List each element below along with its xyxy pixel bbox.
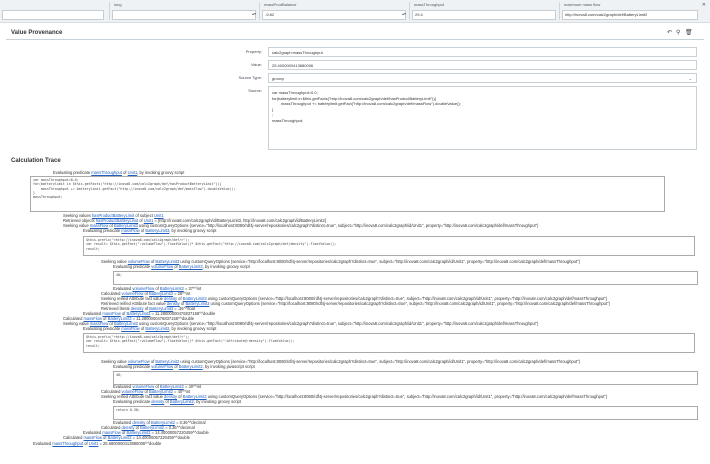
- trace-line: Evaluated massThroughput of Unit1 = 25.6…: [33, 441, 162, 446]
- script-code-block: return 0.36;: [113, 406, 698, 420]
- trace-link[interactable]: volumeFlow: [151, 264, 173, 269]
- panel-divider: [6, 39, 704, 40]
- trace-line: Evaluating predicate massThroughput of U…: [53, 170, 185, 175]
- grid-col-maximum-mass-flow: maximum mass flow http://inova8.com/calc…: [560, 0, 710, 22]
- script-code-block: 40;: [113, 271, 698, 285]
- trace-line: Evaluating predicate volumeFlow of Batte…: [113, 264, 250, 269]
- script-code-block: 40;: [113, 371, 698, 385]
- source-type-label: Source Type:: [238, 75, 263, 80]
- trace-link[interactable]: BatteryLimit2: [108, 435, 132, 440]
- col-header-massthroughput[interactable]: massThroughput: [414, 2, 444, 7]
- value-field[interactable]: 25.4000000413880006: [268, 60, 697, 70]
- trace-line: Evaluating predicate density of BatteryL…: [113, 399, 241, 404]
- trace-link[interactable]: BatteryLimit3: [179, 264, 203, 269]
- trace-link[interactable]: massFlow: [83, 435, 101, 440]
- trace-link[interactable]: massFlow: [121, 326, 139, 331]
- property-field[interactable]: calc2graph:massThroughput: [268, 47, 697, 57]
- spinner-icon[interactable]: ▴▾: [402, 11, 406, 16]
- trace-link[interactable]: massFlow: [121, 228, 139, 233]
- cell-maximum-mass-flow[interactable]: http://inova8.com/calc2graph/def/Battery…: [562, 10, 698, 20]
- value-provenance-title: Value Provenance: [11, 30, 63, 36]
- cell-massthroughput[interactable]: 29.4: [412, 10, 556, 20]
- trace-link[interactable]: BatteryLimit2: [170, 399, 194, 404]
- col-header-maximum-mass-flow[interactable]: maximum mass flow: [564, 2, 600, 7]
- property-grid-header: long massProdBalance -9.82 massThroughpu…: [0, 0, 710, 23]
- chevron-down-icon[interactable]: ⌄: [689, 74, 692, 83]
- trace-link[interactable]: Unit1: [128, 170, 138, 175]
- trace-link[interactable]: BatteryLimit3: [145, 228, 169, 233]
- trace-line: Evaluating predicate massFlow of Battery…: [83, 326, 217, 331]
- grid-col-long: long: [110, 0, 260, 22]
- value-label: Value:: [250, 62, 262, 67]
- spinner-icon[interactable]: ▴▾: [252, 11, 256, 16]
- panel-toolbar: ↶⚲🗑: [667, 29, 694, 36]
- source-label: Source:: [248, 88, 262, 93]
- trace-link[interactable]: volumeFlow: [151, 364, 173, 369]
- calculation-trace-title: Calculation Trace: [11, 158, 61, 164]
- undo-icon[interactable]: ↶: [667, 29, 676, 36]
- script-code-block: $this.prefix("<http://inova8.com/calc2gr…: [83, 333, 695, 353]
- property-label: Property:: [245, 49, 262, 54]
- trace-link[interactable]: BatteryLimit2: [145, 326, 169, 331]
- trace-link[interactable]: massThroughput: [91, 170, 122, 175]
- trace-line: Calculated massFlow of BatteryLimit2 = 1…: [63, 435, 190, 440]
- cell-long[interactable]: [112, 10, 256, 20]
- trace-link[interactable]: density: [151, 399, 164, 404]
- script-code-block: $this.prefix("<http://inova8.com/calc2gr…: [83, 236, 695, 256]
- pin-icon[interactable]: ⚲: [676, 29, 685, 36]
- close-icon[interactable]: ✕: [702, 2, 706, 8]
- cell-massprodbalance[interactable]: -9.82: [262, 10, 406, 20]
- source-type-select[interactable]: groovy ⌄: [268, 73, 697, 83]
- grid-filter-spacer[interactable]: [2, 10, 104, 20]
- grid-col-massprodbalance: massProdBalance -9.82: [260, 0, 410, 22]
- col-header-massprodbalance[interactable]: massProdBalance: [264, 2, 296, 7]
- source-type-value: groovy: [272, 76, 285, 81]
- grid-col-massthroughput: massThroughput 29.4: [410, 0, 560, 22]
- source-textarea[interactable]: var massThroughput=0.0; for(batterylimit…: [268, 86, 697, 150]
- grid-col-spacer: [0, 0, 110, 22]
- col-header-long[interactable]: long: [114, 2, 122, 7]
- trace-link[interactable]: Unit1: [89, 441, 99, 446]
- script-code-block: var massThroughput=0.0; for(batterylimit…: [30, 176, 665, 212]
- trace-link[interactable]: massThroughput: [52, 441, 83, 446]
- delete-icon[interactable]: 🗑: [685, 29, 694, 36]
- trace-line: Evaluating predicate volumeFlow of Batte…: [113, 364, 255, 369]
- trace-line: Evaluating predicate massFlow of Battery…: [83, 228, 217, 233]
- trace-link[interactable]: BatteryLimit2: [179, 364, 203, 369]
